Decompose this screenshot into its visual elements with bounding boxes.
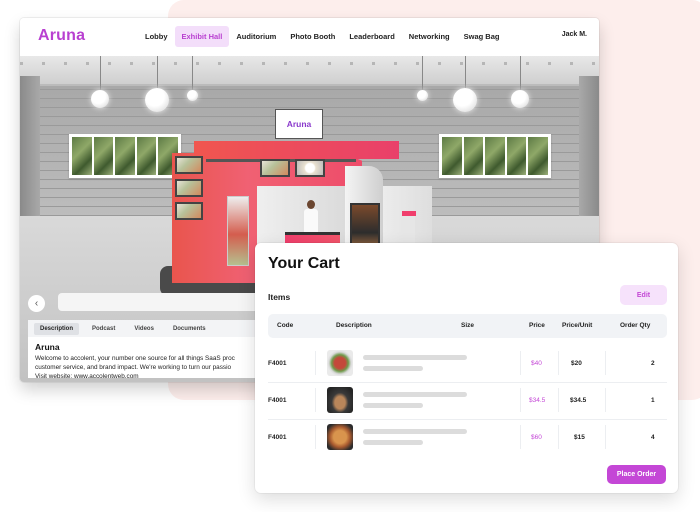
tab-videos[interactable]: Videos	[128, 323, 160, 335]
window-left	[69, 134, 181, 178]
item-qty: 1	[651, 397, 655, 404]
booth-info-panel: Description Podcast Videos Documents Aru…	[28, 320, 268, 380]
item-price: $34.5	[529, 397, 546, 404]
item-qty: 4	[651, 434, 655, 441]
nav-item-auditorium[interactable]: Auditorium	[229, 26, 283, 47]
info-description-line: Welcome to accolent, your number one sou…	[35, 355, 235, 362]
tab-podcast[interactable]: Podcast	[86, 323, 121, 335]
item-unit-price: $20	[571, 360, 582, 367]
description-placeholder	[363, 366, 423, 371]
tab-documents[interactable]: Documents	[167, 323, 212, 335]
booth-banner[interactable]	[227, 196, 249, 266]
lamp-wire	[157, 56, 158, 88]
lamp-wire	[422, 56, 423, 90]
pillar-left	[20, 76, 40, 236]
cart-table-header: Code Description Size Price Price/Unit O…	[268, 314, 667, 338]
lamp-wire	[192, 56, 193, 90]
nav-item-leaderboard[interactable]: Leaderboard	[342, 26, 401, 47]
pillar-right	[579, 76, 599, 236]
item-code: F4001	[268, 397, 287, 404]
lamp-wire	[520, 56, 521, 90]
booth-sign[interactable]: Aruna	[275, 109, 323, 139]
description-placeholder	[363, 429, 467, 434]
lamp-wire	[100, 56, 101, 90]
column-header-size: Size	[461, 322, 475, 329]
chevron-left-icon: ‹	[34, 298, 39, 309]
info-description: Welcome to accolent, your number one sou…	[35, 354, 275, 372]
info-description-line: customer service, and brand impact. We'r…	[35, 364, 232, 371]
info-title: Aruna	[35, 342, 60, 352]
booth-screen[interactable]	[175, 179, 203, 197]
info-tabs: Description Podcast Videos Documents	[28, 320, 268, 337]
item-code: F4001	[268, 434, 287, 441]
description-placeholder	[363, 403, 423, 408]
booth-screen[interactable]	[260, 159, 290, 177]
item-unit-price: $34.5	[570, 397, 587, 404]
nav-item-photo-booth[interactable]: Photo Booth	[283, 26, 342, 47]
items-heading: Items	[268, 292, 291, 302]
nav-item-networking[interactable]: Networking	[402, 26, 457, 47]
column-header-code: Code	[277, 322, 294, 329]
nav-menu: Lobby Exhibit Hall Auditorium Photo Boot…	[138, 26, 506, 47]
ceiling-truss	[20, 62, 599, 65]
booth-canopy	[194, 141, 399, 159]
pendant-lamp	[453, 88, 477, 112]
burger-image	[327, 387, 353, 413]
place-order-button[interactable]: Place Order	[607, 465, 666, 484]
cart-row[interactable]: F4001 $60 $15 4	[268, 421, 667, 457]
booth-screen[interactable]	[175, 202, 203, 220]
pendant-lamp	[145, 88, 169, 112]
nav-item-lobby[interactable]: Lobby	[138, 26, 175, 47]
lamp-wire	[465, 56, 466, 88]
item-qty: 2	[651, 360, 655, 367]
user-menu[interactable]: Jack M.	[562, 31, 587, 38]
back-button[interactable]: ‹	[28, 295, 45, 312]
column-header-price-unit: Price/Unit	[562, 322, 593, 329]
item-code: F4001	[268, 360, 287, 367]
pendant-lamp	[511, 90, 529, 108]
booth-screen[interactable]	[295, 159, 325, 177]
cart-row[interactable]: F4001 $34.5 $34.5 1	[268, 384, 667, 420]
item-price: $40	[531, 360, 542, 367]
pendant-lamp	[91, 90, 109, 108]
nav-item-exhibit-hall[interactable]: Exhibit Hall	[174, 26, 230, 47]
top-navigation: Aruna Lobby Exhibit Hall Auditorium Phot…	[20, 18, 599, 56]
column-header-order-qty: Order Qty	[620, 322, 651, 329]
cart-title: Your Cart	[268, 255, 340, 272]
description-placeholder	[363, 355, 467, 360]
salad-bowl-image	[327, 350, 353, 376]
column-header-description: Description	[336, 322, 372, 329]
cart-row[interactable]: F4001 $40 $20 2	[268, 347, 667, 383]
tab-description[interactable]: Description	[34, 322, 80, 335]
ceiling	[20, 56, 599, 86]
booth-host-avatar[interactable]	[303, 200, 319, 234]
website-link[interactable]: Visit website: www.accolentweb.com	[35, 373, 139, 380]
cart-panel: Your Cart Items Edit Code Description Si…	[255, 243, 678, 493]
pendant-lamp	[417, 90, 428, 101]
item-unit-price: $15	[574, 434, 585, 441]
pendant-lamp	[187, 90, 198, 101]
description-placeholder	[363, 392, 467, 397]
description-placeholder	[363, 440, 423, 445]
window-right	[439, 134, 551, 178]
item-price: $60	[531, 434, 542, 441]
booth-screen[interactable]	[175, 156, 203, 174]
column-header-price: Price	[529, 322, 545, 329]
brand-logo[interactable]: Aruna	[38, 27, 85, 45]
pizza-image	[327, 424, 353, 450]
edit-button[interactable]: Edit	[620, 285, 667, 305]
nav-item-swag-bag[interactable]: Swag Bag	[457, 26, 507, 47]
